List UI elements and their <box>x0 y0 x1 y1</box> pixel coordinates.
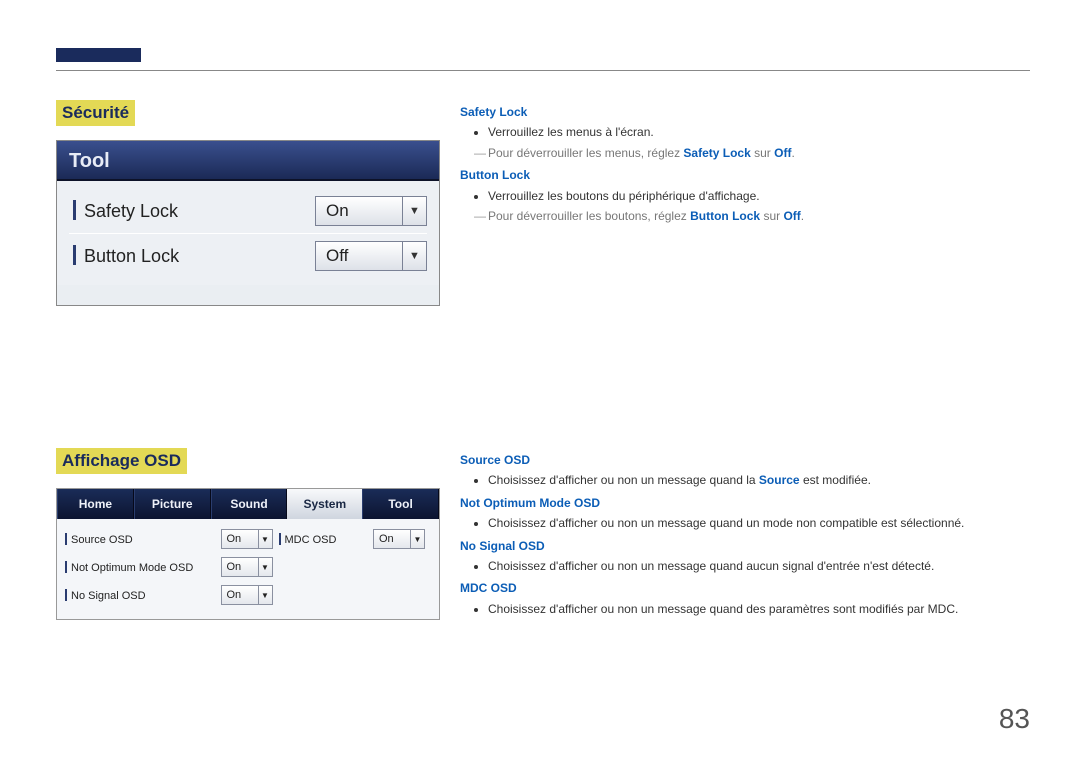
label-mdc-osd: MDC OSD <box>279 533 374 546</box>
chevron-down-icon: ▼ <box>402 197 426 225</box>
tool-menu-title: Tool <box>57 141 439 181</box>
dropdown-value: Off <box>316 246 402 266</box>
tab-system[interactable]: System <box>287 489 362 519</box>
desc-bullet: Choisissez d'afficher ou non un message … <box>488 556 1020 576</box>
tab-home[interactable]: Home <box>57 489 134 519</box>
desc-title-not-optimum-osd: Not Optimum Mode OSD <box>460 493 1020 513</box>
dropdown-no-signal-osd[interactable]: On ▼ <box>221 585 273 605</box>
desc-bullet: Choisissez d'afficher ou non un message … <box>488 513 1020 533</box>
chevron-down-icon: ▼ <box>258 586 272 604</box>
dropdown-value: On <box>222 589 258 601</box>
desc-note: Pour déverrouiller les menus, réglez Saf… <box>460 143 1020 163</box>
desc-title-safety-lock: Safety Lock <box>460 102 1020 122</box>
chevron-down-icon: ▼ <box>258 530 272 548</box>
tab-tool[interactable]: Tool <box>362 489 439 519</box>
desc-note: Pour déverrouiller les boutons, réglez B… <box>460 206 1020 226</box>
desc-title-source-osd: Source OSD <box>460 450 1020 470</box>
header-rule <box>56 70 1030 71</box>
screenshot-osd-menu: Home Picture Sound System Tool Source OS… <box>56 488 440 620</box>
desc-title-no-signal-osd: No Signal OSD <box>460 536 1020 556</box>
section-heading-security: Sécurité <box>56 100 135 126</box>
dropdown-value: On <box>222 533 258 545</box>
osd-row-no-signal: No Signal OSD On ▼ <box>65 581 279 609</box>
dropdown-value: On <box>374 533 410 545</box>
label-not-optimum-osd: Not Optimum Mode OSD <box>65 561 221 574</box>
chevron-down-icon: ▼ <box>402 242 426 270</box>
desc-title-button-lock: Button Lock <box>460 165 1020 185</box>
tool-row-safety-lock: Safety Lock On ▼ <box>69 189 427 233</box>
desc-title-mdc-osd: MDC OSD <box>460 578 1020 598</box>
section-heading-osd: Affichage OSD <box>56 448 187 474</box>
screenshot-tool-menu: Tool Safety Lock On ▼ Button Lock Off ▼ <box>56 140 440 306</box>
tool-row-button-lock: Button Lock Off ▼ <box>69 233 427 277</box>
label-source-osd: Source OSD <box>65 533 221 546</box>
desc-bullet: Verrouillez les boutons du périphérique … <box>488 186 1020 206</box>
page-number: 83 <box>999 703 1030 735</box>
dropdown-value: On <box>222 561 258 573</box>
tab-sound[interactable]: Sound <box>211 489 288 519</box>
label-no-signal-osd: No Signal OSD <box>65 589 221 602</box>
osd-row-mdc: MDC OSD On ▼ <box>279 525 432 553</box>
desc-bullet: Choisissez d'afficher ou non un message … <box>488 470 1020 490</box>
dropdown-button-lock[interactable]: Off ▼ <box>315 241 427 271</box>
chapter-marker <box>56 48 141 62</box>
chevron-down-icon: ▼ <box>410 530 424 548</box>
osd-row-not-optimum: Not Optimum Mode OSD On ▼ <box>65 553 279 581</box>
dropdown-safety-lock[interactable]: On ▼ <box>315 196 427 226</box>
dropdown-not-optimum-osd[interactable]: On ▼ <box>221 557 273 577</box>
label-button-lock: Button Lock <box>69 245 315 267</box>
dropdown-source-osd[interactable]: On ▼ <box>221 529 273 549</box>
desc-bullet: Choisissez d'afficher ou non un message … <box>488 599 1020 619</box>
dropdown-mdc-osd[interactable]: On ▼ <box>373 529 425 549</box>
chevron-down-icon: ▼ <box>258 558 272 576</box>
label-safety-lock: Safety Lock <box>69 200 315 222</box>
tab-picture[interactable]: Picture <box>134 489 211 519</box>
desc-bullet: Verrouillez les menus à l'écran. <box>488 122 1020 142</box>
osd-tabbar: Home Picture Sound System Tool <box>57 489 439 519</box>
osd-row-source: Source OSD On ▼ <box>65 525 279 553</box>
dropdown-value: On <box>316 201 402 221</box>
